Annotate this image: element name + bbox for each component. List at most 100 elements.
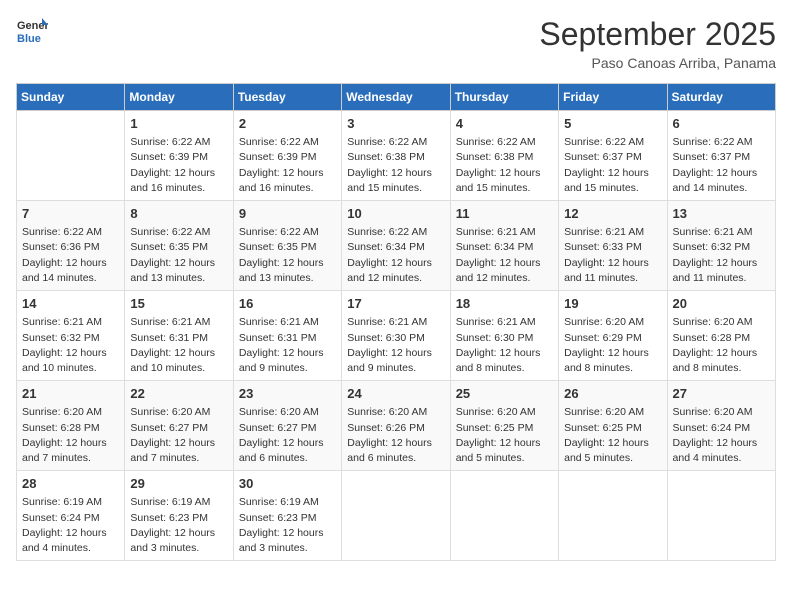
day-number: 23 — [239, 385, 336, 403]
calendar-cell — [559, 471, 667, 561]
day-number: 26 — [564, 385, 661, 403]
calendar-cell: 23 Sunrise: 6:20 AM Sunset: 6:27 PM Dayli… — [233, 381, 341, 471]
calendar-cell — [17, 111, 125, 201]
calendar-cell: 9 Sunrise: 6:22 AM Sunset: 6:35 PM Daylig… — [233, 201, 341, 291]
day-info: Sunrise: 6:21 AM Sunset: 6:32 PM Dayligh… — [22, 315, 119, 376]
day-info: Sunrise: 6:21 AM Sunset: 6:30 PM Dayligh… — [347, 315, 444, 376]
calendar-cell: 8 Sunrise: 6:22 AM Sunset: 6:35 PM Daylig… — [125, 201, 233, 291]
day-info: Sunrise: 6:22 AM Sunset: 6:35 PM Dayligh… — [130, 225, 227, 286]
logo: General Blue — [16, 16, 48, 48]
calendar-cell: 6 Sunrise: 6:22 AM Sunset: 6:37 PM Daylig… — [667, 111, 775, 201]
calendar-cell: 29 Sunrise: 6:19 AM Sunset: 6:23 PM Dayli… — [125, 471, 233, 561]
day-info: Sunrise: 6:20 AM Sunset: 6:27 PM Dayligh… — [130, 405, 227, 466]
calendar-body: 1 Sunrise: 6:22 AM Sunset: 6:39 PM Daylig… — [17, 111, 776, 561]
day-header-tuesday: Tuesday — [233, 84, 341, 111]
day-info: Sunrise: 6:21 AM Sunset: 6:33 PM Dayligh… — [564, 225, 661, 286]
calendar-cell: 14 Sunrise: 6:21 AM Sunset: 6:32 PM Dayli… — [17, 291, 125, 381]
day-info: Sunrise: 6:20 AM Sunset: 6:24 PM Dayligh… — [673, 405, 770, 466]
day-info: Sunrise: 6:22 AM Sunset: 6:39 PM Dayligh… — [239, 135, 336, 196]
day-info: Sunrise: 6:21 AM Sunset: 6:34 PM Dayligh… — [456, 225, 553, 286]
calendar-cell: 19 Sunrise: 6:20 AM Sunset: 6:29 PM Dayli… — [559, 291, 667, 381]
calendar-cell: 2 Sunrise: 6:22 AM Sunset: 6:39 PM Daylig… — [233, 111, 341, 201]
calendar-cell: 26 Sunrise: 6:20 AM Sunset: 6:25 PM Dayli… — [559, 381, 667, 471]
day-info: Sunrise: 6:20 AM Sunset: 6:27 PM Dayligh… — [239, 405, 336, 466]
calendar-table: SundayMondayTuesdayWednesdayThursdayFrid… — [16, 83, 776, 561]
calendar-cell: 18Sunrise: 6:21 AM Sunset: 6:30 PM Dayli… — [450, 291, 558, 381]
day-number: 13 — [673, 205, 770, 223]
calendar-cell: 30 Sunrise: 6:19 AM Sunset: 6:23 PM Dayli… — [233, 471, 341, 561]
day-header-sunday: Sunday — [17, 84, 125, 111]
calendar-cell: 3Sunrise: 6:22 AM Sunset: 6:38 PM Daylig… — [342, 111, 450, 201]
day-number: 6 — [673, 115, 770, 133]
day-info: Sunrise: 6:19 AM Sunset: 6:23 PM Dayligh… — [239, 495, 336, 556]
calendar-cell: 22 Sunrise: 6:20 AM Sunset: 6:27 PM Dayli… — [125, 381, 233, 471]
day-header-thursday: Thursday — [450, 84, 558, 111]
calendar-header-row: SundayMondayTuesdayWednesdayThursdayFrid… — [17, 84, 776, 111]
day-header-monday: Monday — [125, 84, 233, 111]
day-number: 21 — [22, 385, 119, 403]
day-number: 22 — [130, 385, 227, 403]
day-number: 2 — [239, 115, 336, 133]
day-info: Sunrise: 6:20 AM Sunset: 6:25 PM Dayligh… — [564, 405, 661, 466]
day-number: 9 — [239, 205, 336, 223]
calendar-week-5: 28Sunrise: 6:19 AM Sunset: 6:24 PM Dayli… — [17, 471, 776, 561]
day-number: 4 — [456, 115, 553, 133]
day-number: 25 — [456, 385, 553, 403]
calendar-cell: 25Sunrise: 6:20 AM Sunset: 6:25 PM Dayli… — [450, 381, 558, 471]
day-number: 8 — [130, 205, 227, 223]
day-header-saturday: Saturday — [667, 84, 775, 111]
day-number: 27 — [673, 385, 770, 403]
calendar-cell: 15 Sunrise: 6:21 AM Sunset: 6:31 PM Dayli… — [125, 291, 233, 381]
day-number: 29 — [130, 475, 227, 493]
calendar-cell: 1 Sunrise: 6:22 AM Sunset: 6:39 PM Daylig… — [125, 111, 233, 201]
calendar-cell: 27 Sunrise: 6:20 AM Sunset: 6:24 PM Dayli… — [667, 381, 775, 471]
day-info: Sunrise: 6:20 AM Sunset: 6:28 PM Dayligh… — [22, 405, 119, 466]
day-info: Sunrise: 6:21 AM Sunset: 6:30 PM Dayligh… — [456, 315, 553, 376]
day-info: Sunrise: 6:19 AM Sunset: 6:24 PM Dayligh… — [22, 495, 119, 556]
day-info: Sunrise: 6:22 AM Sunset: 6:38 PM Dayligh… — [347, 135, 444, 196]
calendar-cell: 12 Sunrise: 6:21 AM Sunset: 6:33 PM Dayli… — [559, 201, 667, 291]
calendar-week-2: 7 Sunrise: 6:22 AM Sunset: 6:36 PM Daylig… — [17, 201, 776, 291]
day-info: Sunrise: 6:20 AM Sunset: 6:29 PM Dayligh… — [564, 315, 661, 376]
day-info: Sunrise: 6:22 AM Sunset: 6:35 PM Dayligh… — [239, 225, 336, 286]
day-info: Sunrise: 6:22 AM Sunset: 6:34 PM Dayligh… — [347, 225, 444, 286]
calendar-cell — [450, 471, 558, 561]
page-header: General Blue September 2025 Paso Canoas … — [16, 16, 776, 71]
day-info: Sunrise: 6:22 AM Sunset: 6:39 PM Dayligh… — [130, 135, 227, 196]
logo-svg: General Blue — [16, 16, 48, 48]
day-number: 5 — [564, 115, 661, 133]
day-number: 12 — [564, 205, 661, 223]
day-info: Sunrise: 6:20 AM Sunset: 6:28 PM Dayligh… — [673, 315, 770, 376]
day-number: 20 — [673, 295, 770, 313]
day-info: Sunrise: 6:19 AM Sunset: 6:23 PM Dayligh… — [130, 495, 227, 556]
day-number: 11 — [456, 205, 553, 223]
day-info: Sunrise: 6:22 AM Sunset: 6:37 PM Dayligh… — [564, 135, 661, 196]
day-header-friday: Friday — [559, 84, 667, 111]
day-info: Sunrise: 6:21 AM Sunset: 6:31 PM Dayligh… — [130, 315, 227, 376]
calendar-cell: 16Sunrise: 6:21 AM Sunset: 6:31 PM Dayli… — [233, 291, 341, 381]
calendar-cell: 24Sunrise: 6:20 AM Sunset: 6:26 PM Dayli… — [342, 381, 450, 471]
day-number: 15 — [130, 295, 227, 313]
calendar-week-1: 1 Sunrise: 6:22 AM Sunset: 6:39 PM Daylig… — [17, 111, 776, 201]
svg-text:Blue: Blue — [17, 33, 41, 45]
calendar-cell: 4 Sunrise: 6:22 AM Sunset: 6:38 PM Daylig… — [450, 111, 558, 201]
day-info: Sunrise: 6:20 AM Sunset: 6:26 PM Dayligh… — [347, 405, 444, 466]
day-number: 19 — [564, 295, 661, 313]
day-info: Sunrise: 6:22 AM Sunset: 6:37 PM Dayligh… — [673, 135, 770, 196]
day-number: 10 — [347, 205, 444, 223]
day-info: Sunrise: 6:22 AM Sunset: 6:36 PM Dayligh… — [22, 225, 119, 286]
calendar-cell: 10 Sunrise: 6:22 AM Sunset: 6:34 PM Dayli… — [342, 201, 450, 291]
calendar-week-3: 14 Sunrise: 6:21 AM Sunset: 6:32 PM Dayli… — [17, 291, 776, 381]
calendar-cell: 28Sunrise: 6:19 AM Sunset: 6:24 PM Dayli… — [17, 471, 125, 561]
day-number: 30 — [239, 475, 336, 493]
title-block: September 2025 Paso Canoas Arriba, Panam… — [539, 16, 776, 71]
day-number: 1 — [130, 115, 227, 133]
calendar-cell: 20 Sunrise: 6:20 AM Sunset: 6:28 PM Dayli… — [667, 291, 775, 381]
day-number: 14 — [22, 295, 119, 313]
calendar-cell: 21 Sunrise: 6:20 AM Sunset: 6:28 PM Dayli… — [17, 381, 125, 471]
calendar-cell: 11 Sunrise: 6:21 AM Sunset: 6:34 PM Dayli… — [450, 201, 558, 291]
day-info: Sunrise: 6:22 AM Sunset: 6:38 PM Dayligh… — [456, 135, 553, 196]
calendar-cell — [667, 471, 775, 561]
day-number: 16 — [239, 295, 336, 313]
day-number: 7 — [22, 205, 119, 223]
